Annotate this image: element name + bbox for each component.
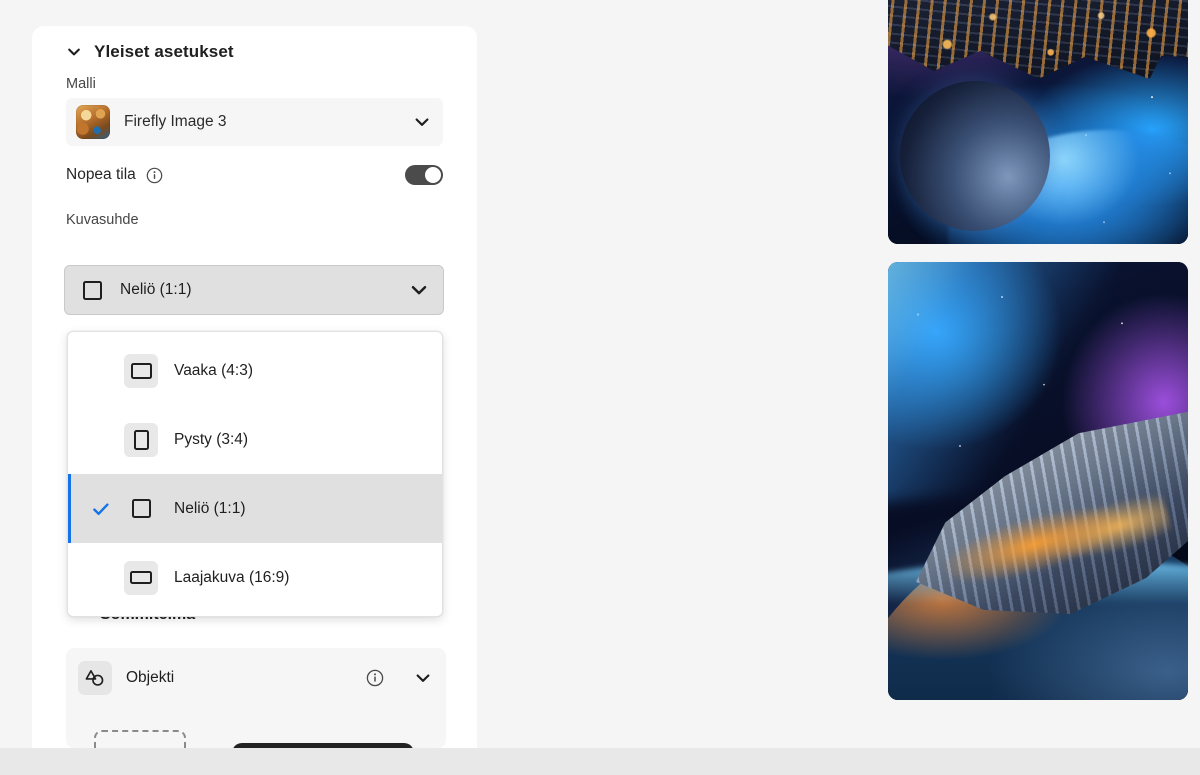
checkmark-icon <box>93 502 109 515</box>
chevron-down-icon <box>415 118 429 126</box>
landscape-ratio-icon <box>124 353 158 388</box>
aspect-ratio-select[interactable]: Neliö (1:1) <box>64 265 444 315</box>
fast-mode-label: Nopea tila <box>66 166 136 183</box>
model-thumbnail-icon <box>76 105 110 139</box>
square-ratio-icon <box>124 492 158 526</box>
upload-dropzone[interactable] <box>94 730 186 748</box>
bottom-bar <box>0 748 1200 775</box>
generated-image-1[interactable] <box>888 0 1188 244</box>
info-icon[interactable] <box>366 669 384 687</box>
model-name: Firefly Image 3 <box>124 113 227 130</box>
general-settings-header[interactable]: Yleiset asetukset <box>32 26 477 62</box>
object-label: Objekti <box>126 669 175 686</box>
shapes-icon <box>78 661 112 695</box>
section-title: Yleiset asetukset <box>94 42 234 61</box>
option-label: Laajakuva (16:9) <box>174 568 290 586</box>
selection-accent-bar <box>68 474 71 543</box>
fast-mode-row: Nopea tila <box>66 162 443 188</box>
dropdown-option-laajakuva[interactable]: Laajakuva (16:9) <box>68 543 442 612</box>
dropdown-option-pysty[interactable]: Pysty (3:4) <box>68 405 442 474</box>
option-label: Vaaka (4:3) <box>174 361 253 379</box>
dropdown-option-vaaka[interactable]: Vaaka (4:3) <box>68 336 442 405</box>
info-icon[interactable] <box>146 167 163 184</box>
model-label: Malli <box>66 76 96 92</box>
option-label: Neliö (1:1) <box>174 499 246 517</box>
app-root: Yleiset asetukset Malli Firefly Image 3 … <box>0 0 1200 775</box>
object-row[interactable]: Objekti <box>66 648 446 708</box>
fast-mode-toggle[interactable] <box>405 165 443 185</box>
option-label: Pysty (3:4) <box>174 430 249 448</box>
aspect-ratio-dropdown[interactable]: Vaaka (4:3) Pysty (3:4) Neliö (1:1) Laaj… <box>67 331 443 617</box>
chevron-down-icon <box>68 48 80 56</box>
aspect-ratio-label: Kuvasuhde <box>66 212 139 228</box>
square-ratio-icon <box>83 280 102 300</box>
chevron-down-icon[interactable] <box>414 669 432 687</box>
aspect-ratio-value: Neliö (1:1) <box>120 281 192 298</box>
portrait-ratio-icon <box>124 422 158 457</box>
generated-image-2[interactable] <box>888 262 1188 700</box>
toggle-knob <box>425 167 441 183</box>
object-card: Objekti <box>66 648 446 748</box>
model-select[interactable]: Firefly Image 3 <box>66 98 443 146</box>
widescreen-ratio-icon <box>124 560 158 595</box>
chevron-down-icon <box>411 286 427 295</box>
dropdown-option-nelio[interactable]: Neliö (1:1) <box>68 474 442 543</box>
